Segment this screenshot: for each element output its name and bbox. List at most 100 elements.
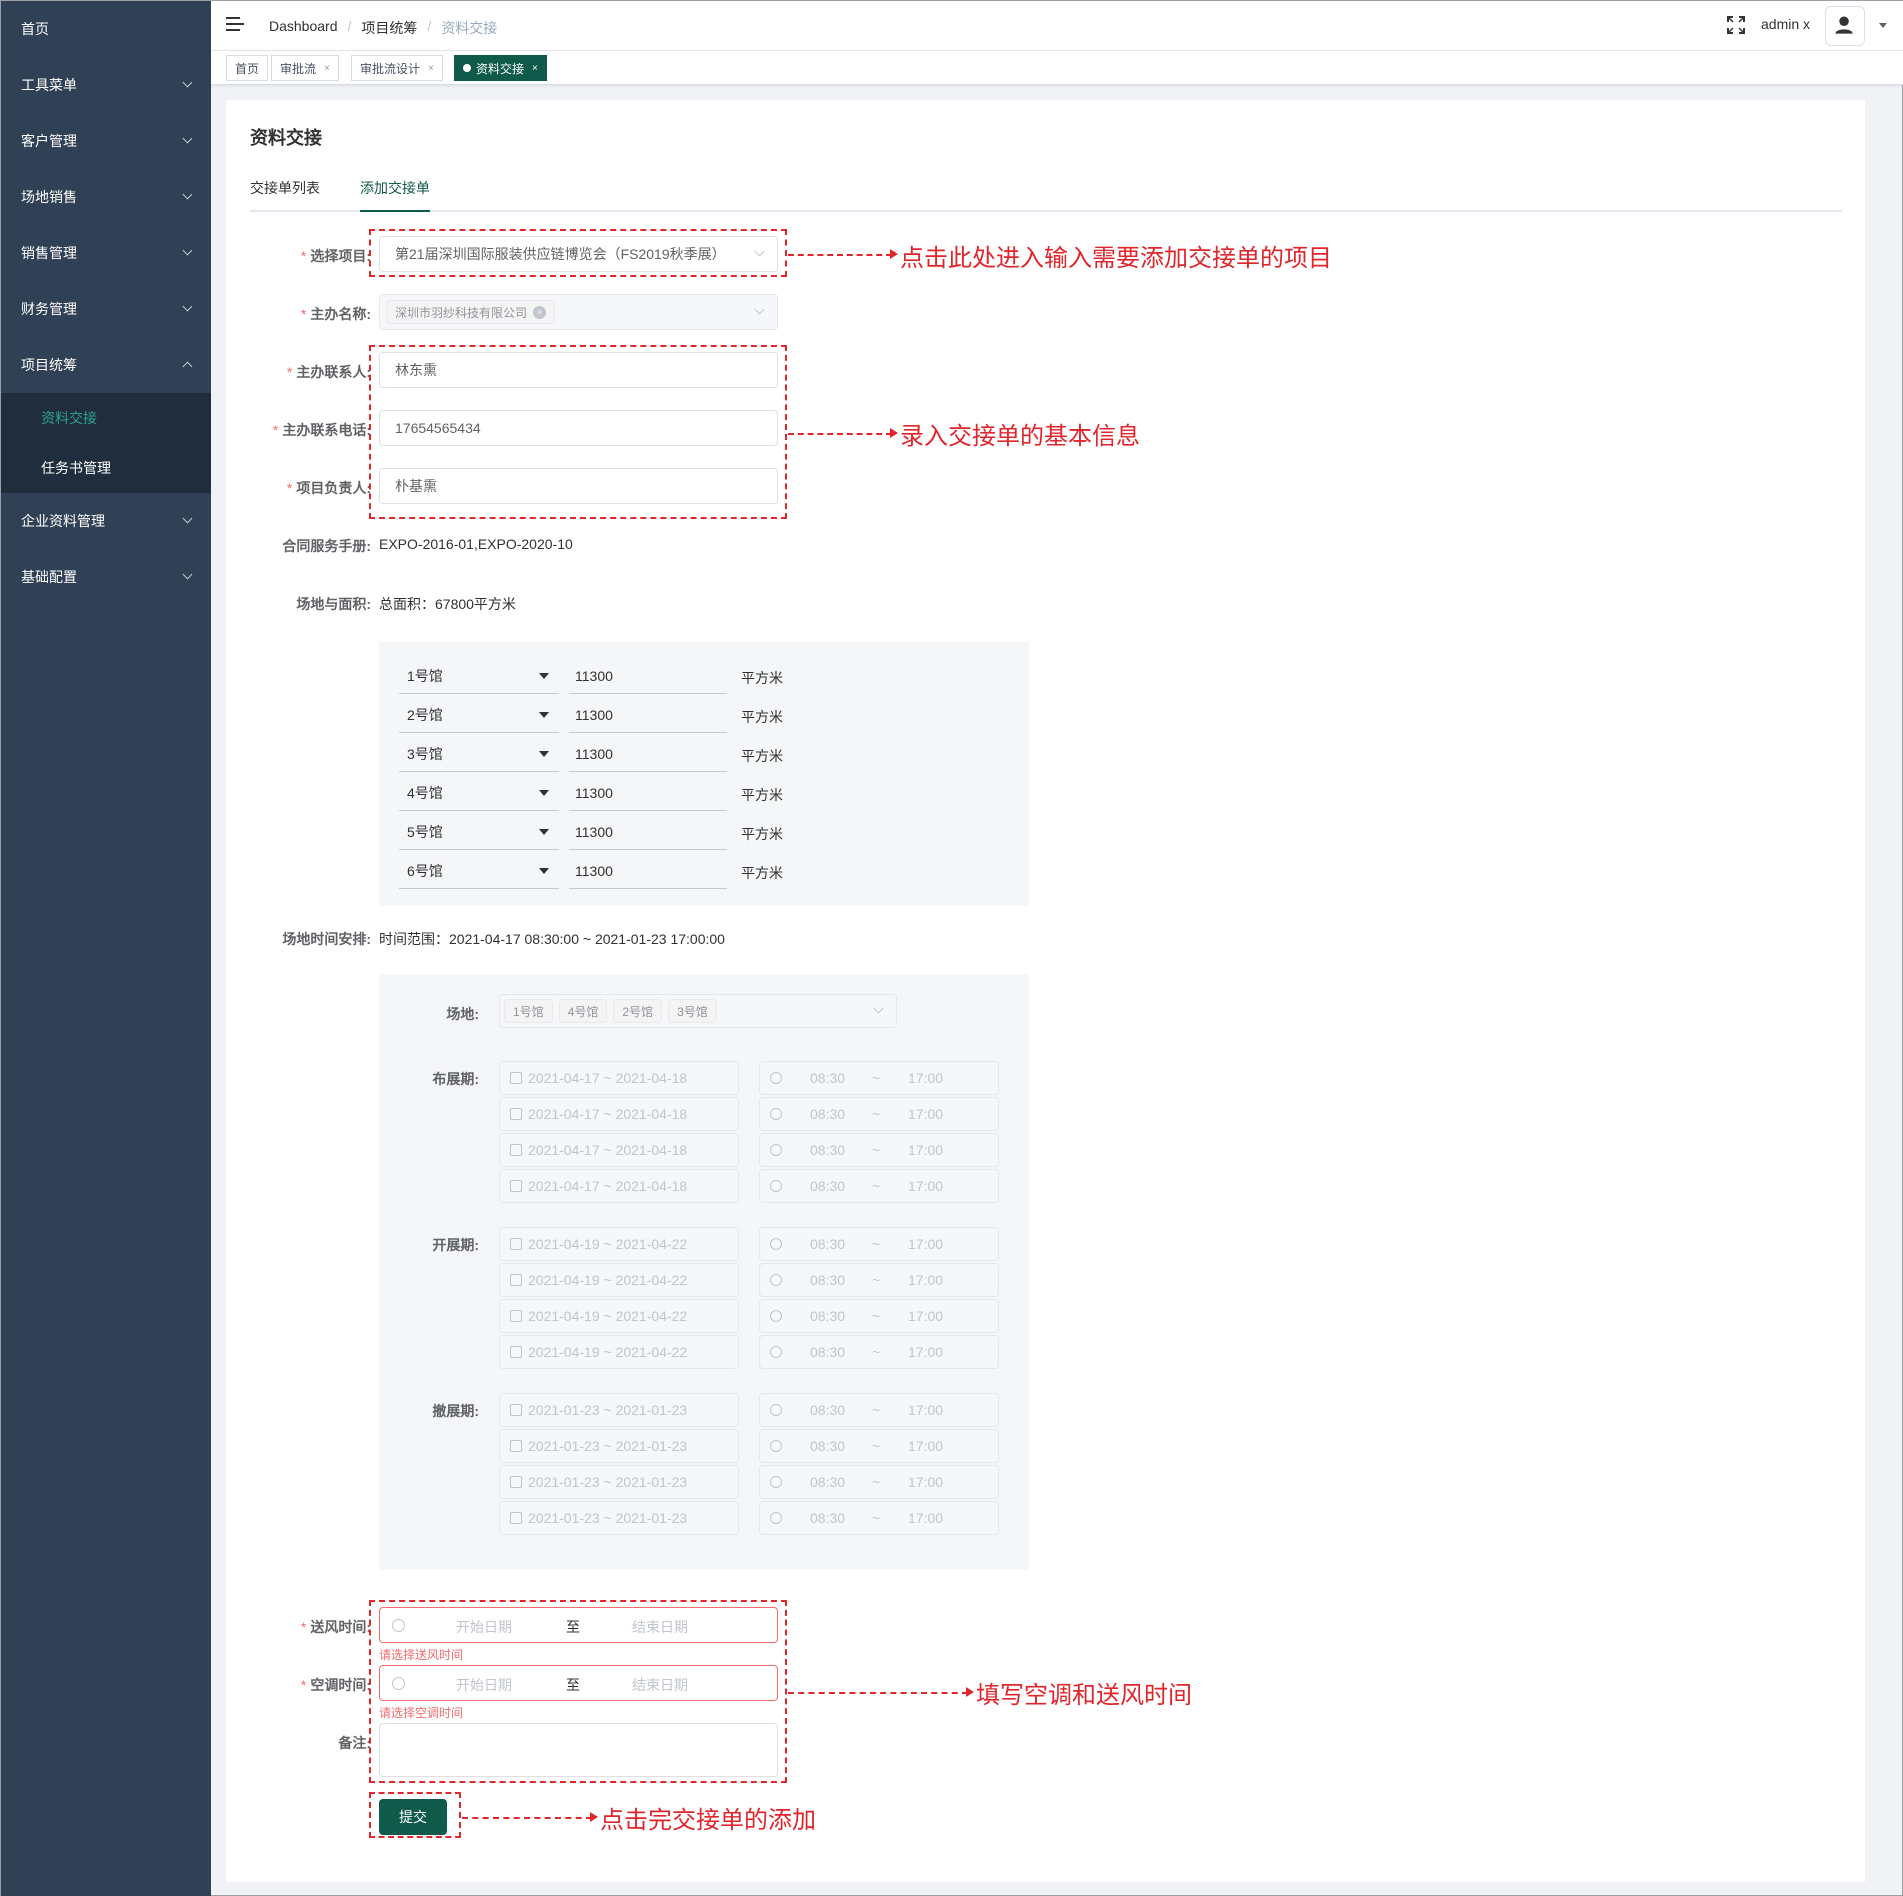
- area-input[interactable]: 11300: [569, 775, 727, 811]
- avatar[interactable]: [1825, 6, 1865, 46]
- tag-handover[interactable]: 资料交接 ×: [454, 55, 547, 81]
- user-name[interactable]: admin x: [1761, 16, 1810, 32]
- period-date-range[interactable]: 2021-01-23 ~ 2021-01-23: [499, 1429, 739, 1463]
- venue-select[interactable]: 1号馆 4号馆 2号馆 3号馆: [499, 994, 897, 1028]
- sidebar-item-tools[interactable]: 工具菜单: [1, 57, 211, 113]
- breadcrumb-item[interactable]: 项目统筹: [361, 18, 417, 38]
- period-date-range[interactable]: 2021-01-23 ~ 2021-01-23: [499, 1393, 739, 1427]
- period-time-range[interactable]: 08:30 ~17:00: [759, 1227, 999, 1261]
- area-input[interactable]: 11300: [569, 736, 727, 772]
- period-date-range[interactable]: 2021-01-23 ~ 2021-01-23: [499, 1465, 739, 1499]
- tag-label: 资料交接: [476, 61, 525, 76]
- period-date-range[interactable]: 2021-04-17 ~ 2021-04-18: [499, 1169, 739, 1203]
- sidebar-item-label: 任务书管理: [41, 460, 111, 476]
- arrow-right-icon: [890, 249, 898, 259]
- ac-label: * 空调时间:: [221, 1675, 371, 1695]
- sidebar-item-venue-sales[interactable]: 场地销售: [1, 169, 211, 225]
- annotation-line: [788, 1692, 968, 1694]
- date-range-value: 2021-04-19 ~ 2021-04-22: [528, 1344, 688, 1360]
- period-time-range[interactable]: 08:30 ~17:00: [759, 1429, 999, 1463]
- period-date-range[interactable]: 2021-04-19 ~ 2021-04-22: [499, 1263, 739, 1297]
- fullscreen-icon[interactable]: [1727, 16, 1745, 34]
- area-input[interactable]: 11300: [569, 658, 727, 694]
- period-time-range[interactable]: 08:30 ~17:00: [759, 1263, 999, 1297]
- host-select[interactable]: 深圳市羽纱科技有限公司 ×: [379, 294, 778, 330]
- hall-select[interactable]: 4号馆: [399, 775, 559, 811]
- clock-icon: [770, 1440, 782, 1452]
- calendar-icon: [510, 1310, 522, 1322]
- clock-icon: [770, 1108, 782, 1120]
- period-time-range[interactable]: 08:30 ~17:00: [759, 1465, 999, 1499]
- time-start: 08:30: [810, 1142, 846, 1158]
- period-time-range[interactable]: 08:30 ~17:00: [759, 1501, 999, 1535]
- period-time-range[interactable]: 08:30 ~17:00: [759, 1061, 999, 1095]
- period-date-range[interactable]: 2021-04-19 ~ 2021-04-22: [499, 1299, 739, 1333]
- required-mark: *: [272, 422, 279, 438]
- tab-add[interactable]: 添加交接单: [360, 178, 430, 198]
- close-icon[interactable]: ×: [428, 63, 434, 74]
- period-time-range[interactable]: 08:30 ~17:00: [759, 1133, 999, 1167]
- period-time-range[interactable]: 08:30 ~17:00: [759, 1393, 999, 1427]
- area-input[interactable]: 11300: [569, 814, 727, 850]
- period-date-range[interactable]: 2021-01-23 ~ 2021-01-23: [499, 1501, 739, 1535]
- calendar-icon: [510, 1072, 522, 1084]
- calendar-icon: [510, 1346, 522, 1358]
- chip-close-icon[interactable]: ×: [533, 305, 547, 319]
- required-mark: *: [300, 1619, 307, 1635]
- period-date-range[interactable]: 2021-04-17 ~ 2021-04-18: [499, 1133, 739, 1167]
- sidebar-item-finance[interactable]: 财务管理: [1, 281, 211, 337]
- period-time-range[interactable]: 08:30 ~17:00: [759, 1335, 999, 1369]
- hall-select[interactable]: 6号馆: [399, 853, 559, 889]
- close-icon[interactable]: ×: [324, 63, 330, 74]
- area-input[interactable]: 11300: [569, 853, 727, 889]
- venue-label: 场地:: [446, 1006, 479, 1022]
- caret-down-icon: [539, 751, 549, 757]
- tag-approval-design[interactable]: 审批流设计 ×: [351, 55, 443, 81]
- close-icon[interactable]: ×: [532, 63, 538, 74]
- period-date-range[interactable]: 2021-04-17 ~ 2021-04-18: [499, 1097, 739, 1131]
- area-panel: 1号馆 11300 平方米 2号馆 11300 平方米 3号馆 11300 平方…: [379, 642, 1029, 906]
- chevron-down-icon: [182, 133, 193, 144]
- tag-home[interactable]: 首页: [226, 55, 269, 81]
- time-start: 08:30: [810, 1344, 846, 1360]
- sidebar-item-project[interactable]: 项目统筹: [1, 337, 211, 393]
- period-time-range[interactable]: 08:30 ~17:00: [759, 1169, 999, 1203]
- sidebar-subitem-task[interactable]: 任务书管理: [1, 443, 211, 493]
- period-date-range[interactable]: 2021-04-19 ~ 2021-04-22: [499, 1227, 739, 1261]
- time-end: 17:00: [908, 1438, 944, 1454]
- sidebar-item-customers[interactable]: 客户管理: [1, 113, 211, 169]
- hall-select[interactable]: 3号馆: [399, 736, 559, 772]
- time-end: 17:00: [908, 1474, 944, 1490]
- hall-select[interactable]: 2号馆: [399, 697, 559, 733]
- period-date-range[interactable]: 2021-04-17 ~ 2021-04-18: [499, 1061, 739, 1095]
- period-time-range[interactable]: 08:30 ~17:00: [759, 1299, 999, 1333]
- chevron-down-icon: [182, 569, 193, 580]
- sidebar-item-enterprise[interactable]: 企业资料管理: [1, 493, 211, 549]
- sidebar-item-config[interactable]: 基础配置: [1, 549, 211, 605]
- sidebar-subitem-handover[interactable]: 资料交接: [1, 393, 211, 443]
- area-label: 场地与面积:: [296, 596, 371, 612]
- hall-select[interactable]: 1号馆: [399, 658, 559, 694]
- calendar-icon: [510, 1404, 522, 1416]
- annotation-line: [788, 433, 892, 435]
- time-end: 17:00: [908, 1510, 944, 1526]
- sidebar-item-sales[interactable]: 销售管理: [1, 225, 211, 281]
- venue-chip: 4号馆: [558, 999, 608, 1023]
- caret-down-icon[interactable]: [1879, 23, 1887, 28]
- time-end: 17:00: [908, 1402, 944, 1418]
- area-input[interactable]: 11300: [569, 697, 727, 733]
- sidebar-item-home[interactable]: 首页: [1, 1, 211, 57]
- tag-approval[interactable]: 审批流 ×: [271, 55, 339, 81]
- breadcrumb-item[interactable]: Dashboard: [269, 18, 338, 38]
- hall-select[interactable]: 5号馆: [399, 814, 559, 850]
- calendar-icon: [510, 1512, 522, 1524]
- date-range-value: 2021-01-23 ~ 2021-01-23: [528, 1510, 688, 1526]
- input-value: 11300: [575, 823, 613, 840]
- period-time-range[interactable]: 08:30 ~17:00: [759, 1097, 999, 1131]
- hamburger-icon[interactable]: [226, 17, 244, 33]
- tab-list[interactable]: 交接单列表: [250, 178, 320, 198]
- date-range-value: 2021-04-17 ~ 2021-04-18: [528, 1106, 688, 1122]
- period-date-range[interactable]: 2021-04-19 ~ 2021-04-22: [499, 1335, 739, 1369]
- time-start: 08:30: [810, 1272, 846, 1288]
- annotation-box-submit: [369, 1792, 461, 1838]
